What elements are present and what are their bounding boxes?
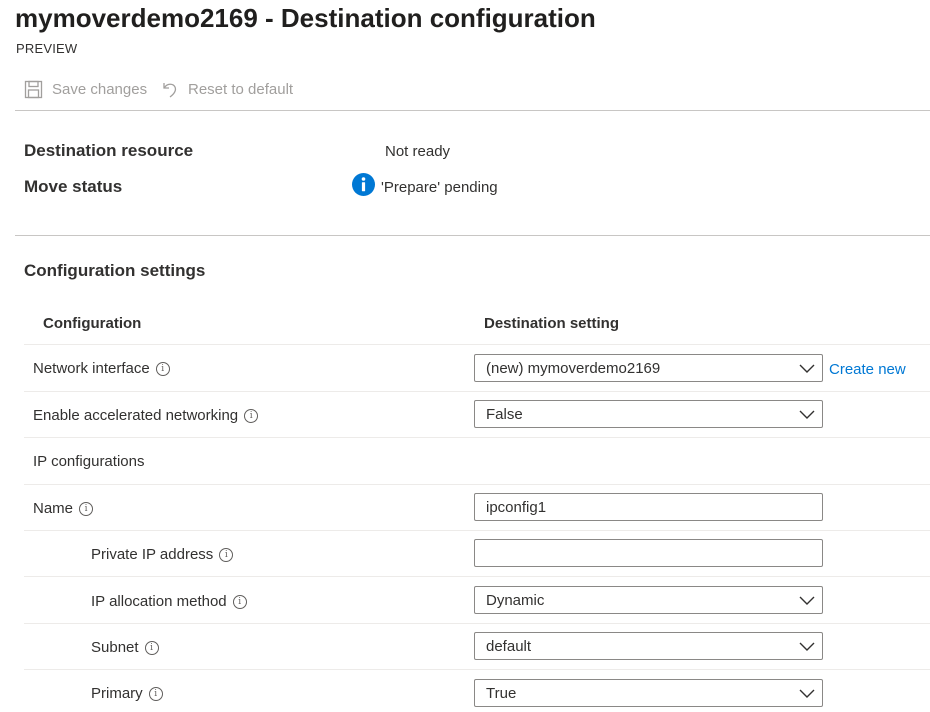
destination-resource-label: Destination resource [24, 141, 194, 160]
subnet-label: Subnet i [91, 639, 159, 656]
info-icon[interactable]: i [148, 686, 163, 701]
info-icon[interactable]: i [79, 501, 94, 516]
name-label: Name i [33, 500, 94, 517]
save-icon [24, 80, 43, 99]
destination-resource-value: Not ready [385, 143, 451, 160]
move-status-value: 'Prepare' pending [381, 179, 498, 196]
row-divider [24, 623, 930, 624]
page-title: mymoverdemo2169 - Destination configurat… [15, 3, 596, 33]
accelerated-networking-label: Enable accelerated networking i [33, 407, 259, 424]
accelerated-networking-dropdown[interactable]: False [474, 400, 823, 428]
row-divider [24, 669, 930, 670]
info-icon[interactable]: i [232, 594, 247, 609]
configuration-settings-title: Configuration settings [24, 261, 206, 280]
reset-to-default-button[interactable]: Reset to default [161, 80, 293, 99]
column-header-destination-setting: Destination setting [484, 315, 620, 332]
reset-to-default-label: Reset to default [188, 81, 294, 98]
row-divider [24, 391, 930, 392]
primary-dropdown[interactable]: True [474, 679, 823, 707]
preview-label: PREVIEW [16, 41, 78, 56]
row-divider [24, 576, 930, 577]
chevron-down-icon [792, 689, 822, 698]
summary-divider [15, 235, 930, 236]
undo-icon [163, 83, 177, 98]
network-interface-dropdown[interactable]: (new) mymoverdemo2169 [474, 354, 823, 382]
move-status-label: Move status [24, 177, 123, 196]
ip-configurations-label: IP configurations [33, 453, 145, 470]
info-icon[interactable]: i [155, 361, 170, 376]
save-changes-label: Save changes [52, 81, 148, 98]
name-input[interactable]: ipconfig1 [474, 493, 823, 521]
chevron-down-icon [792, 410, 822, 419]
column-header-configuration: Configuration [43, 315, 142, 332]
row-divider [24, 530, 930, 531]
network-interface-label: Network interface i [33, 360, 170, 377]
private-ip-address-label: Private IP address i [91, 546, 234, 563]
info-icon[interactable]: i [219, 547, 234, 562]
subnet-dropdown[interactable]: default [474, 632, 823, 660]
row-divider [24, 437, 930, 438]
chevron-down-icon [792, 596, 822, 605]
chevron-down-icon [792, 642, 822, 651]
primary-label: Primary i [91, 685, 163, 702]
info-icon[interactable]: i [144, 640, 159, 655]
save-changes-button[interactable]: Save changes [24, 80, 147, 99]
chevron-down-icon [792, 364, 822, 373]
info-icon[interactable]: i [244, 408, 259, 423]
row-divider [24, 344, 930, 345]
ip-allocation-method-label: IP allocation method i [91, 593, 247, 610]
info-filled-icon [352, 173, 375, 201]
create-new-link[interactable]: Create new [829, 361, 906, 378]
private-ip-address-input[interactable] [474, 539, 823, 567]
ip-allocation-method-dropdown[interactable]: Dynamic [474, 586, 823, 614]
toolbar-divider [15, 110, 930, 111]
row-divider [24, 484, 930, 485]
